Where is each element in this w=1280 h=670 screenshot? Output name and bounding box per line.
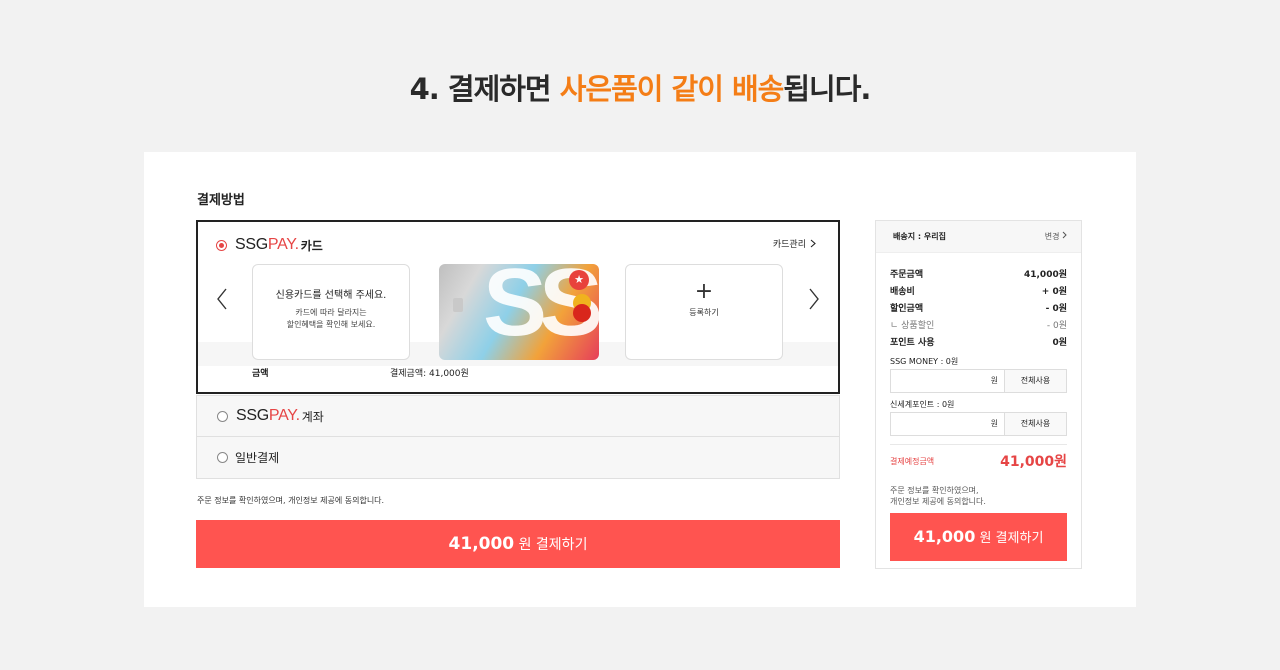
expected-payment-label: 결제예정금액 xyxy=(890,456,935,466)
expected-payment: 결제예정금액 41,000원 xyxy=(890,451,1067,471)
summary-line-label: 포인트 사용 xyxy=(890,338,935,348)
ssgpay-account-label: 계좌 xyxy=(301,409,324,424)
shinsegae-point-use-all-button[interactable]: 전체사용 xyxy=(1005,412,1067,436)
headline-prefix: 4. 결제하면 xyxy=(409,72,560,106)
ssgpay-card-label: 카드 xyxy=(300,238,323,253)
select-card-desc: 카드에 따라 달라지는 할인혜택을 확인해 보세요. xyxy=(253,307,409,331)
payment-method-ssgpay-account[interactable]: SSGPAY. 계좌 xyxy=(196,395,840,437)
shipping-header: 배송지 : 우리집 변경 xyxy=(876,221,1081,253)
summary-line-value: - 0원 xyxy=(1045,304,1067,314)
star-badge-icon: ★ xyxy=(569,270,589,290)
order-summary: 배송지 : 우리집 변경 주문금액 41,000원 배송비 + 0원 할인금액 … xyxy=(875,220,1082,569)
summary-line: 포인트 사용 0원 xyxy=(890,333,1067,350)
logo-pay: PAY. xyxy=(267,236,299,253)
summary-note-line1: 주문 정보를 확인하였으며, xyxy=(890,486,979,495)
select-card-desc-line1: 카드에 따라 달라지는 xyxy=(295,308,367,317)
agreement-text: 주문 정보를 확인하였으며, 개인정보 제공에 동의합니다. xyxy=(197,496,385,505)
card-manage-label: 카드관리 xyxy=(772,240,806,250)
ssgpay-account-logo: SSGPAY. xyxy=(236,407,300,425)
amount-value: 결제금액: 41,000원 xyxy=(390,369,469,379)
summary-line-label: ㄴ 상품할인 xyxy=(890,321,935,331)
chevron-right-icon xyxy=(1062,231,1067,239)
change-label: 변경 xyxy=(1044,232,1060,241)
pay-button[interactable]: 41,000 원 결제하기 xyxy=(196,520,840,568)
summary-line-value: - 0원 xyxy=(1046,321,1067,331)
logo-ssg: SSG xyxy=(235,236,268,253)
ssgpay-logo: SSGPAY. xyxy=(235,236,299,254)
logo-ssg: SSG xyxy=(236,407,269,424)
pay-button-amount: 41,000 xyxy=(448,534,515,554)
summary-line: ㄴ 상품할인 - 0원 xyxy=(890,316,1067,333)
ssgpay-account-radio[interactable] xyxy=(217,410,228,422)
plus-icon: + xyxy=(694,279,714,304)
ssg-money-input[interactable]: 원 xyxy=(890,369,1005,393)
payment-section-title: 결제방법 xyxy=(197,193,245,208)
amount-row: 금액 결제금액: 41,000원 xyxy=(198,366,838,392)
register-card-slide[interactable]: + 등록하기 xyxy=(625,264,783,360)
payment-method-ssgpay-card[interactable]: SSGPAY. 카드 카드관리 신용카드를 선택해 주세요. 카드에 따라 달라… xyxy=(196,220,840,394)
summary-line: 할인금액 - 0원 xyxy=(890,299,1067,316)
summary-line-label: 할인금액 xyxy=(890,304,924,314)
shinsegae-point-input[interactable]: 원 xyxy=(890,412,1005,436)
summary-agreement-text: 주문 정보를 확인하였으며, 개인정보 제공에 동의합니다. xyxy=(890,485,1067,507)
general-payment-radio[interactable] xyxy=(217,452,228,463)
card-chip xyxy=(453,298,463,312)
summary-line-label: 주문금액 xyxy=(890,270,924,280)
carousel-next-icon[interactable] xyxy=(808,288,820,310)
summary-pay-amount: 41,000 xyxy=(913,527,976,546)
ssg-money-label: SSG MONEY : 0원 xyxy=(890,357,959,366)
summary-line: 주문금액 41,000원 xyxy=(890,265,1067,282)
general-payment-label: 일반결제 xyxy=(235,451,280,465)
pay-button-text: 원 결제하기 xyxy=(518,537,588,553)
summary-line: 배송비 + 0원 xyxy=(890,282,1067,299)
shipping-address: 배송지 : 우리집 xyxy=(893,232,946,241)
payment-method-general[interactable]: 일반결제 xyxy=(196,437,840,479)
summary-line-label: 배송비 xyxy=(890,287,915,297)
select-card-title: 신용카드를 선택해 주세요. xyxy=(275,290,387,301)
carousel-prev-icon[interactable] xyxy=(216,288,228,310)
select-card-slide[interactable]: 신용카드를 선택해 주세요. 카드에 따라 달라지는 할인혜택을 확인해 보세요… xyxy=(252,264,410,360)
ssg-card-image[interactable]: SSG ★ xyxy=(439,264,599,360)
summary-pay-text: 원 결제하기 xyxy=(979,531,1044,546)
shinsegae-point-label: 신세계포인트 : 0원 xyxy=(890,400,955,409)
summary-line-value: 41,000원 xyxy=(1023,270,1067,280)
headline-highlight: 사은품이 같이 배송 xyxy=(559,72,785,106)
card-manage-link[interactable]: 카드관리 xyxy=(773,237,816,250)
checkout-panel: 결제방법 SSGPAY. 카드 카드관리 신용카드를 선택해 주세요. 카드에 … xyxy=(144,152,1136,607)
ssgpay-card-radio[interactable] xyxy=(216,239,227,251)
headline-suffix: 됩니다. xyxy=(783,72,871,106)
summary-line-value: 0원 xyxy=(1052,338,1067,348)
logo-pay: PAY. xyxy=(268,407,300,424)
chevron-right-icon xyxy=(810,239,816,248)
expected-payment-value: 41,000원 xyxy=(1000,454,1067,470)
mastercard-icon-red xyxy=(573,304,591,322)
summary-divider xyxy=(890,444,1067,445)
register-card-label: 등록하기 xyxy=(689,308,719,317)
ssg-money-use-all-button[interactable]: 전체사용 xyxy=(1005,369,1067,393)
change-address-link[interactable]: 변경 xyxy=(1045,231,1067,242)
summary-line-value: + 0원 xyxy=(1041,287,1067,297)
select-card-desc-line2: 할인혜택을 확인해 보세요. xyxy=(286,320,376,329)
summary-pay-button[interactable]: 41,000 원 결제하기 xyxy=(890,513,1067,561)
page-headline: 4. 결제하면 사은품이 같이 배송됩니다. xyxy=(0,66,1280,108)
amount-label: 금액 xyxy=(252,369,269,379)
summary-note-line2: 개인정보 제공에 동의합니다. xyxy=(890,497,986,506)
